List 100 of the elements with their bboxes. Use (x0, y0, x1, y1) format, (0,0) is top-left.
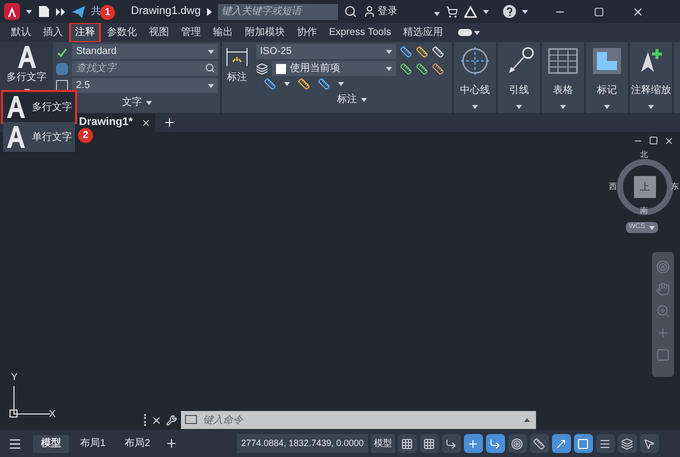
grip-icon[interactable] (144, 414, 147, 426)
close-icon[interactable] (151, 414, 162, 426)
ribbon-large-button[interactable]: 注释缩放 (630, 42, 672, 113)
viewport-close-icon[interactable] (664, 136, 674, 146)
ribbon-tab[interactable]: 输出 (208, 23, 238, 42)
menu-item[interactable]: 单行文字 (3, 122, 75, 152)
file-icon[interactable] (38, 5, 50, 18)
layout-tab[interactable]: 布局2 (116, 434, 158, 452)
triangle-nodes-icon[interactable] (464, 6, 477, 18)
panel-toggle-icon[interactable] (458, 29, 472, 36)
text-style-dropdown[interactable]: Standard (72, 44, 218, 59)
ribbon-tab[interactable]: 管理 (176, 23, 206, 42)
maximize-icon[interactable] (594, 6, 604, 16)
ribbon-large-button[interactable]: 标记 (586, 42, 628, 113)
layer-dropdown[interactable]: 使用当前项 (272, 61, 396, 76)
document-tab[interactable]: Drawing1* (75, 113, 155, 132)
menu-icon[interactable] (8, 436, 22, 450)
terminal-icon[interactable] (185, 415, 197, 424)
dim-tool-icon[interactable] (416, 46, 428, 58)
search-field[interactable]: 键入关键字或短语 (218, 4, 338, 20)
caret-icon (26, 10, 32, 14)
crosshair-circle-icon (458, 46, 492, 76)
ribbon-large-button[interactable]: 表格 (542, 42, 584, 113)
layout-tab[interactable]: 布局1 (72, 434, 114, 452)
caret-icon (474, 30, 480, 34)
ribbon-tab[interactable]: 协作 (292, 23, 322, 42)
search-icon[interactable] (205, 63, 215, 73)
command-line-field[interactable]: 键入命令 (181, 411, 536, 429)
app-logo-icon[interactable] (4, 3, 20, 20)
caret-icon (386, 50, 392, 54)
text-panel-title[interactable]: 文字 (122, 95, 152, 110)
spell-check-icon[interactable] (56, 46, 68, 58)
dimension-button[interactable]: 标注 (222, 42, 252, 113)
status-toggle[interactable] (574, 434, 593, 453)
dimension-panel-title[interactable]: 标注 (337, 92, 367, 107)
status-toggle[interactable] (552, 434, 571, 453)
status-toggle[interactable] (640, 434, 659, 453)
step-badge: 1 (100, 5, 115, 20)
ribbon-tab[interactable]: 精选应用 (398, 23, 448, 42)
status-toggle[interactable] (398, 434, 417, 453)
dim-style-dropdown[interactable]: ISO-25 (256, 44, 396, 59)
status-toggle[interactable] (442, 434, 461, 453)
dim-tool-icon[interactable] (318, 78, 330, 90)
dim-tool-icon[interactable] (432, 62, 444, 74)
dim-tool-icon[interactable] (400, 46, 412, 58)
double-chevron-icon[interactable] (56, 8, 66, 16)
dim-tool-icon[interactable] (416, 62, 428, 74)
caret-icon (648, 105, 654, 109)
compass-label: 北 (640, 151, 648, 159)
ribbon-tab[interactable]: 附加模块 (240, 23, 290, 42)
layout-tab[interactable]: 模型 (33, 434, 69, 452)
wrench-icon[interactable] (166, 414, 177, 426)
step-badge: 2 (78, 128, 93, 143)
caret-icon (560, 105, 566, 109)
ribbon-tab[interactable]: 插入 (38, 23, 68, 42)
close-icon[interactable] (140, 118, 151, 128)
search-icon[interactable] (344, 5, 357, 18)
status-toggle[interactable] (420, 434, 439, 453)
status-toggle[interactable] (596, 434, 615, 453)
ribbon-tab[interactable]: Express Tools (324, 23, 396, 42)
caret-icon (208, 84, 214, 88)
user-icon[interactable] (362, 5, 376, 18)
caret-icon (522, 10, 528, 14)
status-toggle[interactable] (464, 434, 483, 453)
caret-icon (386, 66, 392, 70)
ribbon-large-button[interactable]: 中心线 (454, 42, 496, 113)
status-toggle[interactable] (618, 434, 637, 453)
axis-label: X (49, 408, 56, 422)
layer-checkbox[interactable] (276, 64, 286, 74)
ribbon-tab[interactable]: 视图 (144, 23, 174, 42)
caret-icon (434, 12, 440, 16)
dim-tool-icon[interactable] (264, 78, 276, 90)
text-height-dropdown[interactable]: 2.5 (72, 78, 218, 93)
help-icon[interactable] (502, 5, 516, 18)
login-link[interactable]: 登录 (378, 4, 398, 19)
model-space-button[interactable]: 模型 (370, 434, 395, 453)
ribbon-tab[interactable]: 默认 (6, 23, 36, 42)
menu-item[interactable]: 多行文字 (3, 92, 75, 122)
status-toggle[interactable] (508, 434, 527, 453)
add-layout-icon[interactable] (165, 437, 178, 450)
history-arrow-icon[interactable] (524, 418, 530, 422)
new-tab-icon[interactable] (162, 116, 176, 129)
close-icon[interactable] (632, 6, 644, 18)
arrow-right-icon[interactable] (206, 8, 212, 16)
file-name: Drawing1.dwg (131, 4, 201, 20)
status-toggle[interactable] (530, 434, 549, 453)
ribbon-large-button[interactable]: 引线 (498, 42, 540, 113)
find-text-field[interactable]: 查找文字 (72, 61, 218, 76)
viewport-restore-icon[interactable] (649, 136, 658, 145)
ribbon-tab[interactable]: 参数化 (102, 23, 142, 42)
top-face[interactable]: 上 (634, 176, 656, 198)
paper-plane-icon[interactable] (72, 6, 85, 18)
letter-a-icon (16, 46, 38, 68)
hatched-shape-icon (590, 46, 624, 76)
dim-tool-icon[interactable] (400, 62, 412, 74)
status-toggle[interactable] (486, 434, 505, 453)
ribbon-tab[interactable]: 注释 (70, 23, 100, 42)
share-label[interactable]: 共 (91, 4, 101, 19)
cart-icon[interactable] (446, 6, 458, 18)
dim-tool-icon[interactable] (298, 78, 310, 90)
